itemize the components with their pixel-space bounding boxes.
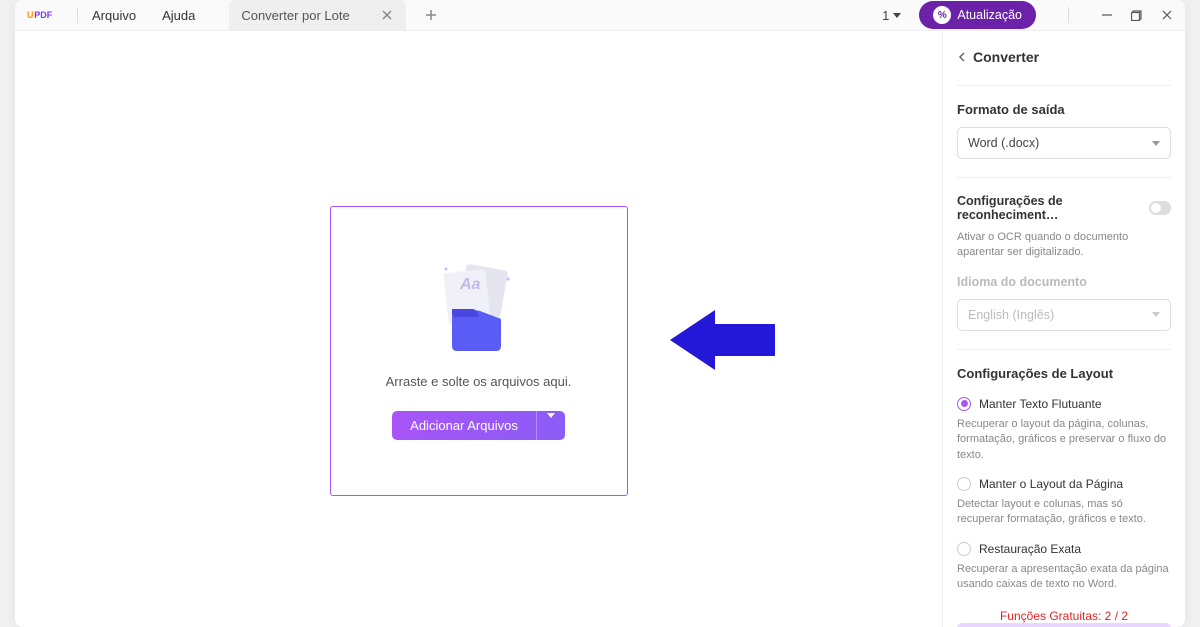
titlebar: U PDF Arquivo Ajuda Converter por Lote 1… (15, 0, 1185, 31)
svg-text:Aa: Aa (459, 276, 481, 293)
radio-desc: Recuperar a apresentação exata da página… (957, 562, 1171, 593)
radio-desc: Detectar layout e colunas, mas só recupe… (957, 497, 1171, 528)
tab-batch-convert[interactable]: Converter por Lote (229, 0, 405, 30)
upgrade-button[interactable]: % Atualização (919, 1, 1036, 29)
chevron-down-icon (1152, 141, 1160, 146)
maximize-icon[interactable] (1131, 9, 1143, 21)
close-icon[interactable] (380, 8, 394, 22)
svg-text:U: U (27, 10, 34, 20)
chevron-down-icon (1152, 312, 1160, 317)
menu-file[interactable]: Arquivo (92, 8, 136, 23)
file-count[interactable]: 1 (882, 8, 901, 23)
radio-floating-text[interactable]: Manter Texto Flutuante (957, 397, 1171, 411)
doc-language-select: English (Inglês) (957, 299, 1171, 331)
upgrade-icon: % (933, 6, 951, 24)
files-illustration: Aa (424, 261, 534, 356)
close-icon[interactable] (1161, 9, 1173, 21)
main-area: Aa Arraste e solte os arquivos aqui. Adi… (15, 31, 942, 627)
apply-button[interactable]: Aplicar (957, 623, 1171, 627)
divider (77, 7, 78, 23)
minimize-icon[interactable] (1101, 9, 1113, 21)
radio-icon (957, 477, 971, 491)
radio-page-layout[interactable]: Manter o Layout da Página (957, 477, 1171, 491)
dropzone[interactable]: Aa Arraste e solte os arquivos aqui. Adi… (330, 206, 628, 496)
settings-sidebar: Converter Formato de saída Word (.docx) … (942, 31, 1185, 627)
menu-help[interactable]: Ajuda (162, 8, 195, 23)
dropzone-text: Arraste e solte os arquivos aqui. (386, 374, 572, 389)
doc-language-label: Idioma do documento (957, 275, 1171, 289)
chevron-down-icon[interactable] (536, 411, 565, 440)
radio-desc: Recuperar o layout da página, colunas, f… (957, 417, 1171, 463)
ocr-description: Ativar o OCR quando o documento aparenta… (957, 230, 1171, 261)
radio-icon (957, 542, 971, 556)
sidebar-title: Converter (973, 49, 1039, 65)
free-functions-text: Funções Gratuitas: 2 / 2 (957, 609, 1171, 623)
chevron-down-icon (893, 13, 901, 18)
svg-text:PDF: PDF (34, 10, 53, 20)
ocr-toggle[interactable] (1149, 201, 1171, 215)
layout-section-title: Configurações de Layout (957, 366, 1171, 381)
tab-title: Converter por Lote (241, 8, 349, 23)
divider (1068, 7, 1069, 23)
annotation-arrow (670, 306, 775, 374)
add-files-button[interactable]: Adicionar Arquivos (392, 411, 565, 440)
output-format-select[interactable]: Word (.docx) (957, 127, 1171, 159)
new-tab-icon[interactable] (424, 8, 438, 22)
radio-exact-restore[interactable]: Restauração Exata (957, 542, 1171, 556)
ocr-section-title: Configurações de reconheciment… (957, 194, 1149, 222)
app-logo: U PDF (27, 7, 63, 23)
back-icon[interactable] (957, 52, 967, 62)
radio-icon (957, 397, 971, 411)
output-format-label: Formato de saída (957, 102, 1171, 117)
